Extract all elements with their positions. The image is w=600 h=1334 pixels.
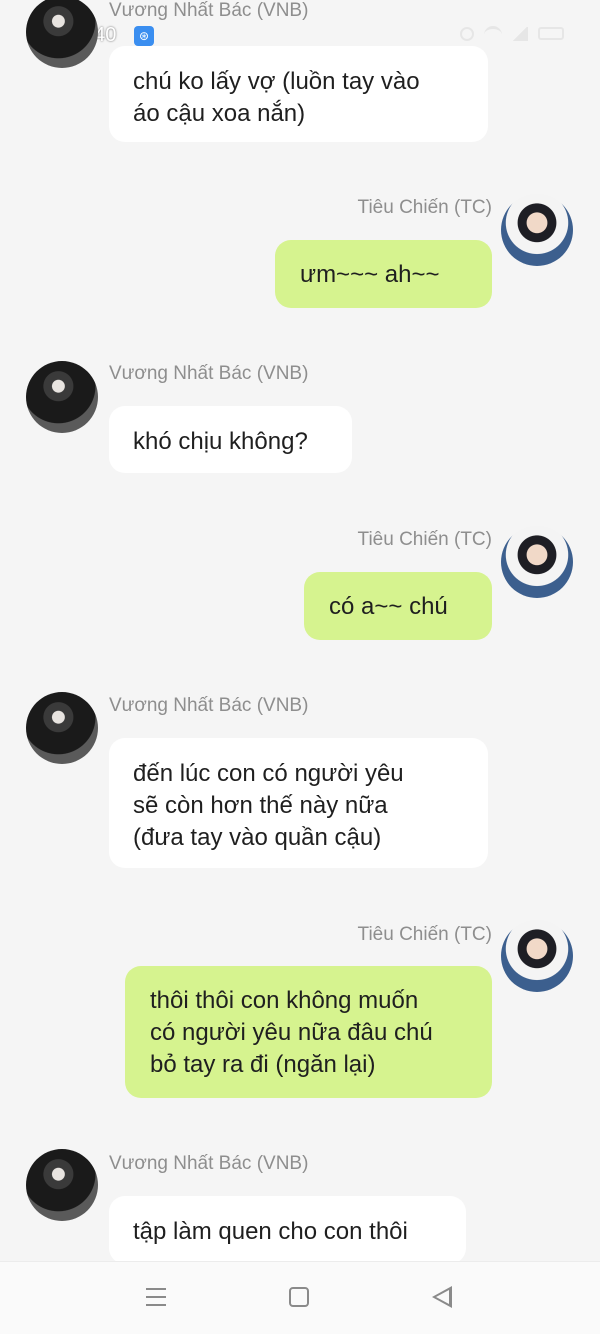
avatar-tc[interactable]	[501, 920, 573, 992]
status-indicators	[460, 26, 564, 41]
message-bubble-incoming[interactable]: khó chịu không?	[109, 406, 352, 473]
message-bubble-incoming[interactable]: đến lúc con có người yêu sẽ còn hơn thế …	[109, 738, 488, 868]
back-icon[interactable]	[432, 1286, 452, 1308]
sender-name: Vương Nhất Bác (VNB)	[109, 1153, 309, 1174]
sender-name: Tiêu Chiến (TC)	[357, 197, 492, 218]
avatar-tc[interactable]	[501, 194, 573, 266]
message-bubble-outgoing[interactable]: ưm~~~ ah~~	[275, 240, 492, 308]
message-bubble-outgoing[interactable]: có a~~ chú	[304, 572, 492, 640]
sender-name: Vương Nhất Bác (VNB)	[109, 695, 309, 716]
avatar-vnb[interactable]	[26, 692, 98, 764]
system-nav-bar	[0, 1261, 600, 1334]
avatar-tc[interactable]	[501, 526, 573, 598]
menu-icon[interactable]	[146, 1288, 166, 1306]
message-bubble-outgoing[interactable]: thôi thôi con không muốn có người yêu nữ…	[125, 966, 492, 1098]
notification-icon: ⊛	[134, 26, 154, 46]
sender-name: Tiêu Chiến (TC)	[357, 529, 492, 550]
sender-name: Vương Nhất Bác (VNB)	[109, 363, 309, 384]
message-bubble-incoming[interactable]: chú ko lấy vợ (luồn tay vào áo cậu xoa n…	[109, 46, 488, 142]
alarm-icon	[460, 26, 474, 41]
sender-name: Tiêu Chiến (TC)	[357, 924, 492, 945]
message-bubble-incoming[interactable]: tập làm quen cho con thôi	[109, 1196, 466, 1264]
signal-icon	[512, 26, 528, 41]
battery-icon	[538, 27, 564, 40]
home-icon[interactable]	[289, 1287, 309, 1307]
avatar-vnb[interactable]	[26, 1149, 98, 1221]
sender-name: Vương Nhất Bác (VNB)	[109, 0, 309, 21]
avatar-vnb[interactable]	[26, 361, 98, 433]
wifi-icon	[484, 26, 502, 41]
